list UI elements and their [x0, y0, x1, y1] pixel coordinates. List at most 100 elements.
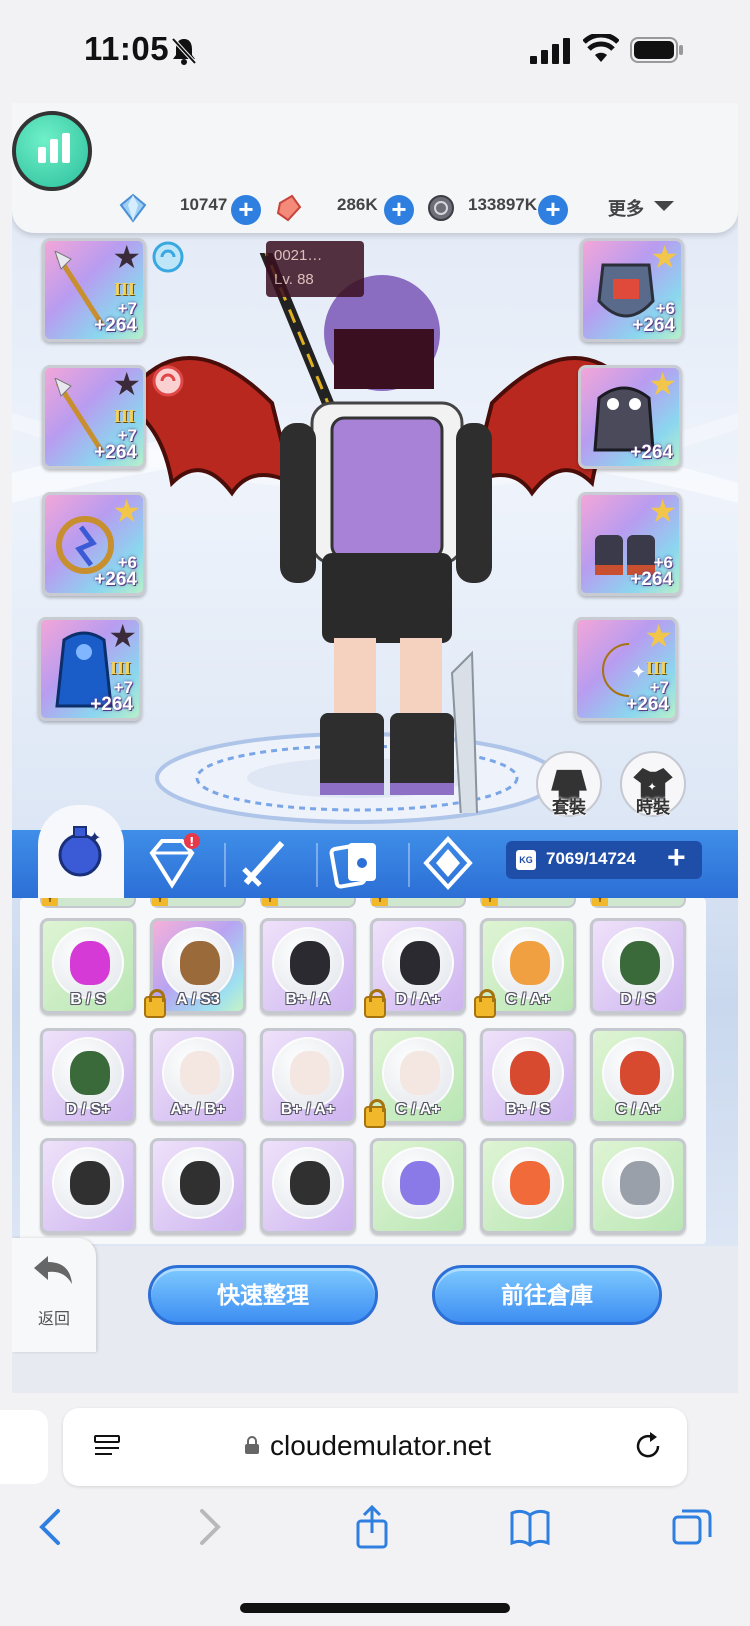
- blue-rune-icon: [152, 241, 184, 273]
- item-portrait: [272, 927, 344, 999]
- home-indicator: [240, 1603, 510, 1613]
- more-button[interactable]: 更多: [608, 195, 644, 221]
- share-icon[interactable]: [350, 1505, 394, 1549]
- item-portrait: [272, 1037, 344, 1109]
- previous-tab-preview[interactable]: [0, 1410, 48, 1484]
- refine-level: +264: [94, 569, 137, 590]
- dark-beast-icon: [290, 941, 330, 985]
- item-portrait: [492, 1037, 564, 1109]
- item-portrait: [382, 1037, 454, 1109]
- tier-label: III: [109, 658, 131, 678]
- go-warehouse-button[interactable]: 前往倉庫: [432, 1265, 662, 1325]
- dragon-icon: [620, 1051, 660, 1095]
- forward-nav-icon[interactable]: [186, 1505, 230, 1549]
- item-grade: C / A+: [505, 991, 551, 1008]
- back-button[interactable]: [12, 1238, 96, 1352]
- item-portrait: [162, 927, 234, 999]
- equip-slot-armor[interactable]: ★ +6 +264: [580, 238, 684, 342]
- inventory-item-card[interactable]: A+ / B+: [150, 1028, 246, 1124]
- equip-slot-accessory-2[interactable]: ✦ ★ III +7 +264: [574, 617, 678, 721]
- lion-cub-icon: [510, 941, 550, 985]
- star-dark-icon: ★: [108, 618, 137, 654]
- expand-capacity-button[interactable]: +: [667, 839, 686, 876]
- inventory-item-card[interactable]: [480, 1138, 576, 1234]
- url-text[interactable]: cloudemulator.net: [270, 1430, 491, 1462]
- diamond-tab-icon[interactable]: !: [140, 833, 204, 893]
- refine-level: +264: [632, 315, 675, 336]
- bookmarks-icon[interactable]: [508, 1505, 552, 1549]
- stats-menu-button[interactable]: [12, 111, 92, 191]
- diamond-icon: [119, 193, 147, 223]
- inventory-item-card[interactable]: D / S+: [40, 1028, 136, 1124]
- red-rune-icon: [152, 365, 184, 397]
- crystal-amount: 286K: [337, 195, 378, 214]
- diamond-amount: 10747: [180, 195, 228, 214]
- sword-tab-icon[interactable]: [232, 833, 296, 893]
- refine-level: +264: [626, 694, 669, 715]
- add-coin-button[interactable]: +: [538, 195, 568, 225]
- refine-level: +264: [94, 315, 137, 336]
- character-model: [122, 253, 642, 813]
- dark-beast-icon: [400, 941, 440, 985]
- inventory-item-card[interactable]: [150, 1138, 246, 1234]
- equip-slot-offhand[interactable]: ★ III +7 +264: [42, 365, 146, 469]
- capacity-value: 7069/14724: [546, 849, 636, 868]
- mask-spirit-icon: [620, 941, 660, 985]
- item-grade: B+ / A: [285, 991, 331, 1008]
- fire-orb-icon: [510, 1161, 550, 1205]
- star-gold-icon: ★: [644, 618, 673, 654]
- equip-slot-shoes[interactable]: ★ +6 +264: [578, 492, 682, 596]
- add-diamond-button[interactable]: +: [231, 195, 261, 225]
- chevron-down-icon[interactable]: [654, 201, 674, 211]
- inventory-item-card[interactable]: [590, 1138, 686, 1234]
- equip-slot-weapon[interactable]: ★ III +7 +264: [42, 238, 146, 342]
- refine-level: +264: [630, 569, 673, 590]
- robot-pet-icon: [70, 941, 110, 985]
- wifi-icon: [583, 34, 619, 62]
- mask-spirit-icon: [70, 1051, 110, 1095]
- quick-sort-button[interactable]: 快速整理: [148, 1265, 378, 1325]
- inventory-item-card[interactable]: B+ / A+: [260, 1028, 356, 1124]
- character-nameplate: 0021… Lv. 88: [266, 241, 364, 297]
- reload-icon[interactable]: [632, 1430, 664, 1462]
- equip-slot-garment[interactable]: ★ +264: [578, 365, 682, 469]
- inventory-item-card[interactable]: [370, 1138, 466, 1234]
- inventory-item-card[interactable]: D / S: [590, 918, 686, 1014]
- lock-icon: [364, 989, 386, 1018]
- inventory-item-card[interactable]: B / S: [40, 918, 136, 1014]
- inventory-item-card[interactable]: [260, 1138, 356, 1234]
- back-nav-icon[interactable]: [30, 1505, 74, 1549]
- inventory-item-card[interactable]: [40, 1138, 136, 1234]
- item-portrait: [52, 1147, 124, 1219]
- item-grade: C / A+: [395, 1101, 441, 1118]
- inventory-item-card[interactable]: B+ / S: [480, 1028, 576, 1124]
- item-portrait: [492, 1147, 564, 1219]
- silent-bell-icon: [171, 37, 197, 65]
- tier-label: III: [113, 406, 135, 426]
- battery-icon: [630, 37, 683, 63]
- reader-mode-icon[interactable]: [92, 1432, 122, 1462]
- item-portrait: [602, 1147, 674, 1219]
- lock-icon: [245, 1436, 259, 1454]
- equip-slot-accessory[interactable]: ★ +6 +264: [42, 492, 146, 596]
- add-crystal-button[interactable]: +: [384, 195, 414, 225]
- rabbit-icon: [400, 1051, 440, 1095]
- inventory-grid: Y Y Y Y Y Y B / SA / S3 B+ / AD / A+ C / A…: [20, 898, 706, 1244]
- coin-amount: 133897K: [468, 195, 538, 214]
- item-portrait: [162, 1147, 234, 1219]
- red-crystal-icon: [276, 194, 302, 222]
- equip-slot-cloak[interactable]: ★ III +7 +264: [38, 617, 142, 721]
- item-grade: A / S3: [176, 991, 220, 1008]
- inventory-item-card[interactable]: C / A+: [590, 1028, 686, 1124]
- panda-icon: [290, 1161, 330, 1205]
- item-grade: C / A+: [615, 1101, 661, 1118]
- inventory-item-card[interactable]: B+ / A: [260, 918, 356, 1014]
- tabs-icon[interactable]: [670, 1505, 714, 1549]
- item-portrait: [492, 927, 564, 999]
- cards-tab-icon[interactable]: [324, 833, 388, 893]
- svg-text:✦: ✦: [631, 662, 646, 683]
- rabbit-icon: [180, 1051, 220, 1095]
- crystal-tab-icon[interactable]: [416, 833, 480, 893]
- item-portrait: [602, 927, 674, 999]
- svg-text:✦: ✦: [647, 781, 656, 794]
